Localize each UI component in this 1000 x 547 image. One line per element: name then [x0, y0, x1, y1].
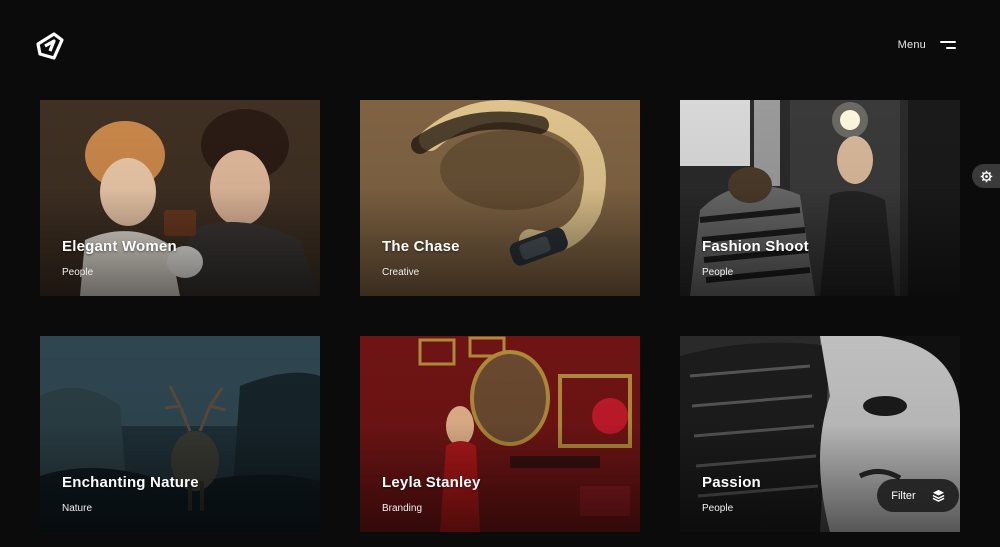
card-title: Passion: [702, 474, 761, 491]
portfolio-card-fashion-shoot[interactable]: Fashion Shoot People: [680, 100, 960, 296]
portfolio-card-enchanting-nature[interactable]: Enchanting Nature Nature: [40, 336, 320, 532]
hamburger-icon: [940, 39, 956, 51]
card-category: People: [702, 267, 734, 278]
card-title: Enchanting Nature: [62, 474, 199, 491]
gear-icon: [980, 170, 992, 182]
card-category: People: [702, 503, 734, 514]
card-category: Creative: [382, 267, 420, 278]
card-title: Leyla Stanley: [382, 474, 481, 491]
filter-button[interactable]: Filter: [877, 479, 959, 512]
menu-label: Menu: [897, 39, 926, 51]
card-category: People: [62, 267, 94, 278]
site-logo[interactable]: [32, 28, 68, 64]
portfolio-card-leyla-stanley[interactable]: Leyla Stanley Branding: [360, 336, 640, 532]
layers-icon: [932, 489, 945, 502]
card-category: Branding: [382, 503, 423, 514]
card-title: Elegant Women: [62, 238, 177, 255]
filter-label: Filter: [891, 489, 916, 502]
card-title: The Chase: [382, 238, 460, 255]
card-title: Fashion Shoot: [702, 238, 809, 255]
settings-toggle-button[interactable]: [972, 164, 1000, 188]
portfolio-card-the-chase[interactable]: The Chase Creative: [360, 100, 640, 296]
logo-icon: [36, 32, 64, 60]
card-category: Nature: [62, 503, 93, 514]
portfolio-card-elegant-women[interactable]: Elegant Women People: [40, 100, 320, 296]
menu-button[interactable]: Menu: [898, 39, 956, 51]
